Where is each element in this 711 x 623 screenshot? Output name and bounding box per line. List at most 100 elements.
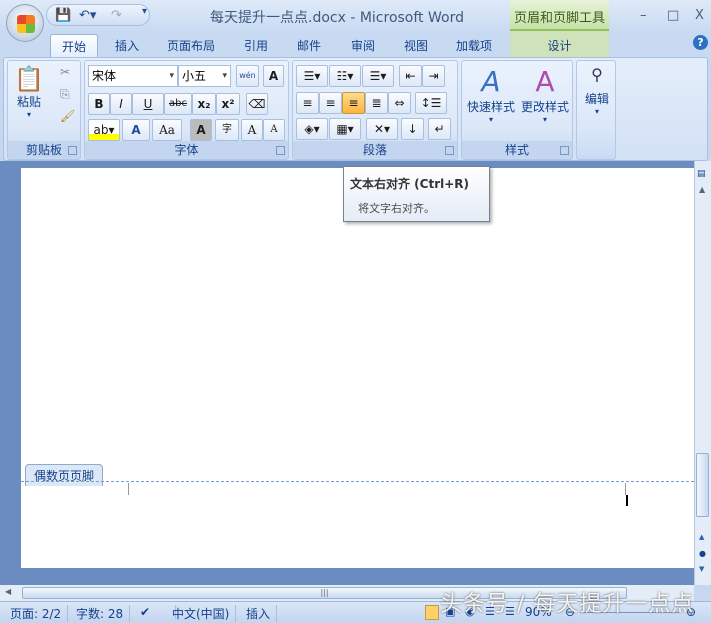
- phonetic-guide-button[interactable]: wén: [236, 65, 259, 87]
- undo-icon[interactable]: ↶▾: [79, 8, 96, 23]
- styles-label: 样式: [462, 141, 572, 158]
- close-button[interactable]: X: [695, 8, 704, 23]
- multilevel-list-icon: ☰▾: [369, 69, 387, 83]
- page-count[interactable]: 页面: 2/2: [4, 605, 69, 622]
- redo-icon[interactable]: ↷: [111, 8, 122, 23]
- sort-az-icon: ↓: [407, 122, 418, 136]
- footer-boundary: [21, 481, 694, 482]
- office-button[interactable]: [6, 4, 44, 42]
- even-page-footer-tab: 偶数页页脚: [25, 464, 104, 486]
- maximize-button[interactable]: □: [667, 8, 679, 23]
- select-browse-object-icon[interactable]: ●: [699, 549, 706, 558]
- ribbon: 📋粘贴▾ ✂ ⎘ 🖌 剪贴板 宋体 小五 wén A B I U abc x₂ …: [3, 57, 708, 161]
- vertical-scrollbar[interactable]: ▤ ▲ ▲ ● ▼: [694, 161, 711, 585]
- italic-button[interactable]: I: [110, 93, 132, 115]
- binoculars-icon: ⚲: [591, 65, 603, 84]
- highlighter-icon: ab▾: [93, 123, 115, 137]
- align-left-button[interactable]: ≡: [296, 92, 319, 114]
- enclose-characters-button[interactable]: 字: [215, 119, 239, 141]
- decrease-indent-button[interactable]: ⇤: [399, 65, 422, 87]
- font-name-select[interactable]: 宋体: [88, 65, 178, 87]
- dialog-launcher-icon[interactable]: [445, 146, 454, 155]
- copy-icon[interactable]: ⎘: [60, 87, 70, 102]
- dialog-launcher-icon[interactable]: [560, 146, 569, 155]
- font-color-button[interactable]: A: [122, 119, 150, 141]
- help-icon[interactable]: ?: [693, 35, 708, 50]
- highlight-button[interactable]: ab▾: [88, 119, 120, 141]
- indent-icon: ⇥: [428, 69, 439, 83]
- vertical-scroll-thumb[interactable]: [696, 453, 709, 517]
- bullets-button[interactable]: ☰▾: [296, 65, 328, 87]
- grow-font-button[interactable]: A: [241, 119, 263, 141]
- ruler-toggle-icon[interactable]: ▤: [697, 169, 706, 179]
- group-styles: A 快速样式 ▾ A 更改样式 ▾ 样式: [461, 60, 573, 160]
- insert-mode[interactable]: 插入: [240, 605, 278, 622]
- shrink-font-button[interactable]: A: [263, 119, 285, 141]
- dialog-launcher-icon[interactable]: [68, 146, 77, 155]
- font-size-select[interactable]: 小五: [178, 65, 231, 87]
- paragraph-mark-icon: ↵: [434, 122, 445, 136]
- cut-icon[interactable]: ✂: [60, 65, 70, 79]
- tab-home[interactable]: 开始: [50, 34, 98, 57]
- save-icon[interactable]: 💾: [55, 8, 71, 23]
- align-center-button[interactable]: ≡: [319, 92, 342, 114]
- editing-button[interactable]: ⚲ 编辑 ▾: [580, 65, 614, 116]
- distribute-button[interactable]: ⇔: [388, 92, 411, 114]
- next-page-icon[interactable]: ▼: [699, 565, 704, 573]
- previous-page-icon[interactable]: ▲: [699, 533, 704, 541]
- scroll-up-icon[interactable]: ▲: [699, 185, 705, 194]
- tooltip: 文本右对齐 (Ctrl+R) 将文字右对齐。: [343, 166, 490, 222]
- outdent-icon: ⇤: [405, 69, 416, 83]
- context-tools-title: 页眉和页脚工具: [510, 0, 609, 31]
- underline-button[interactable]: U: [132, 93, 164, 115]
- strikethrough-button[interactable]: abc: [164, 93, 192, 115]
- line-spacing-icon: ↕☰: [420, 96, 442, 110]
- tab-addins[interactable]: 加载项: [446, 34, 502, 57]
- word-count[interactable]: 字数: 28: [70, 605, 131, 622]
- minimize-button[interactable]: –: [640, 8, 647, 23]
- subscript-button[interactable]: x₂: [192, 93, 216, 115]
- customize-qat-icon[interactable]: ▾: [142, 6, 147, 17]
- language[interactable]: 中文(中国): [166, 605, 237, 622]
- line-spacing-button[interactable]: ↕☰: [415, 92, 447, 114]
- distribute-icon: ⇔: [394, 96, 405, 110]
- tab-insert[interactable]: 插入: [106, 34, 148, 57]
- character-shading-button[interactable]: A: [190, 119, 212, 141]
- change-case-button[interactable]: Aa: [152, 119, 182, 141]
- tab-review[interactable]: 审阅: [342, 34, 384, 57]
- scroll-left-icon[interactable]: ◀: [5, 587, 11, 596]
- align-center-icon: ≡: [325, 96, 336, 110]
- align-left-icon: ≡: [302, 96, 313, 110]
- character-border-button[interactable]: A: [263, 65, 284, 87]
- align-right-button[interactable]: ≡: [342, 92, 365, 114]
- watermark: 头条号 / 每天提升一点点: [440, 592, 695, 617]
- justify-button[interactable]: ≣: [365, 92, 388, 114]
- tab-references[interactable]: 引用: [235, 34, 277, 57]
- sort-button[interactable]: ↓: [401, 118, 424, 140]
- increase-indent-button[interactable]: ⇥: [422, 65, 445, 87]
- document-page[interactable]: [21, 168, 694, 568]
- tab-design[interactable]: 设计: [510, 34, 609, 57]
- borders-button[interactable]: ▦▾: [329, 118, 361, 140]
- dialog-launcher-icon[interactable]: [276, 146, 285, 155]
- format-painter-icon[interactable]: 🖌: [60, 109, 75, 123]
- print-layout-view-icon[interactable]: [425, 605, 439, 620]
- clear-formatting-button[interactable]: ⌫: [246, 93, 268, 115]
- superscript-button[interactable]: x²: [216, 93, 240, 115]
- shading-button[interactable]: ◈▾: [296, 118, 328, 140]
- tab-view[interactable]: 视图: [395, 34, 437, 57]
- tab-mailings[interactable]: 邮件: [288, 34, 330, 57]
- tab-page-layout[interactable]: 页面布局: [160, 34, 222, 57]
- group-font: 宋体 小五 wén A B I U abc x₂ x² ⌫ ab▾ A Aa A…: [84, 60, 289, 160]
- chinese-layout-button[interactable]: ✕▾: [366, 118, 398, 140]
- multilevel-list-button[interactable]: ☰▾: [362, 65, 394, 87]
- show-marks-button[interactable]: ↵: [428, 118, 451, 140]
- quick-access-toolbar: 💾 ↶▾ ↷: [46, 4, 150, 26]
- quick-styles-icon: A: [481, 65, 501, 98]
- quick-styles-button[interactable]: A 快速样式 ▾: [464, 65, 518, 124]
- numbering-button[interactable]: ☷▾: [329, 65, 361, 87]
- change-styles-button[interactable]: A 更改样式 ▾: [518, 65, 572, 124]
- margin-mark: [128, 483, 129, 495]
- paste-button[interactable]: 📋 粘贴 ▾: [12, 65, 46, 119]
- bold-button[interactable]: B: [88, 93, 110, 115]
